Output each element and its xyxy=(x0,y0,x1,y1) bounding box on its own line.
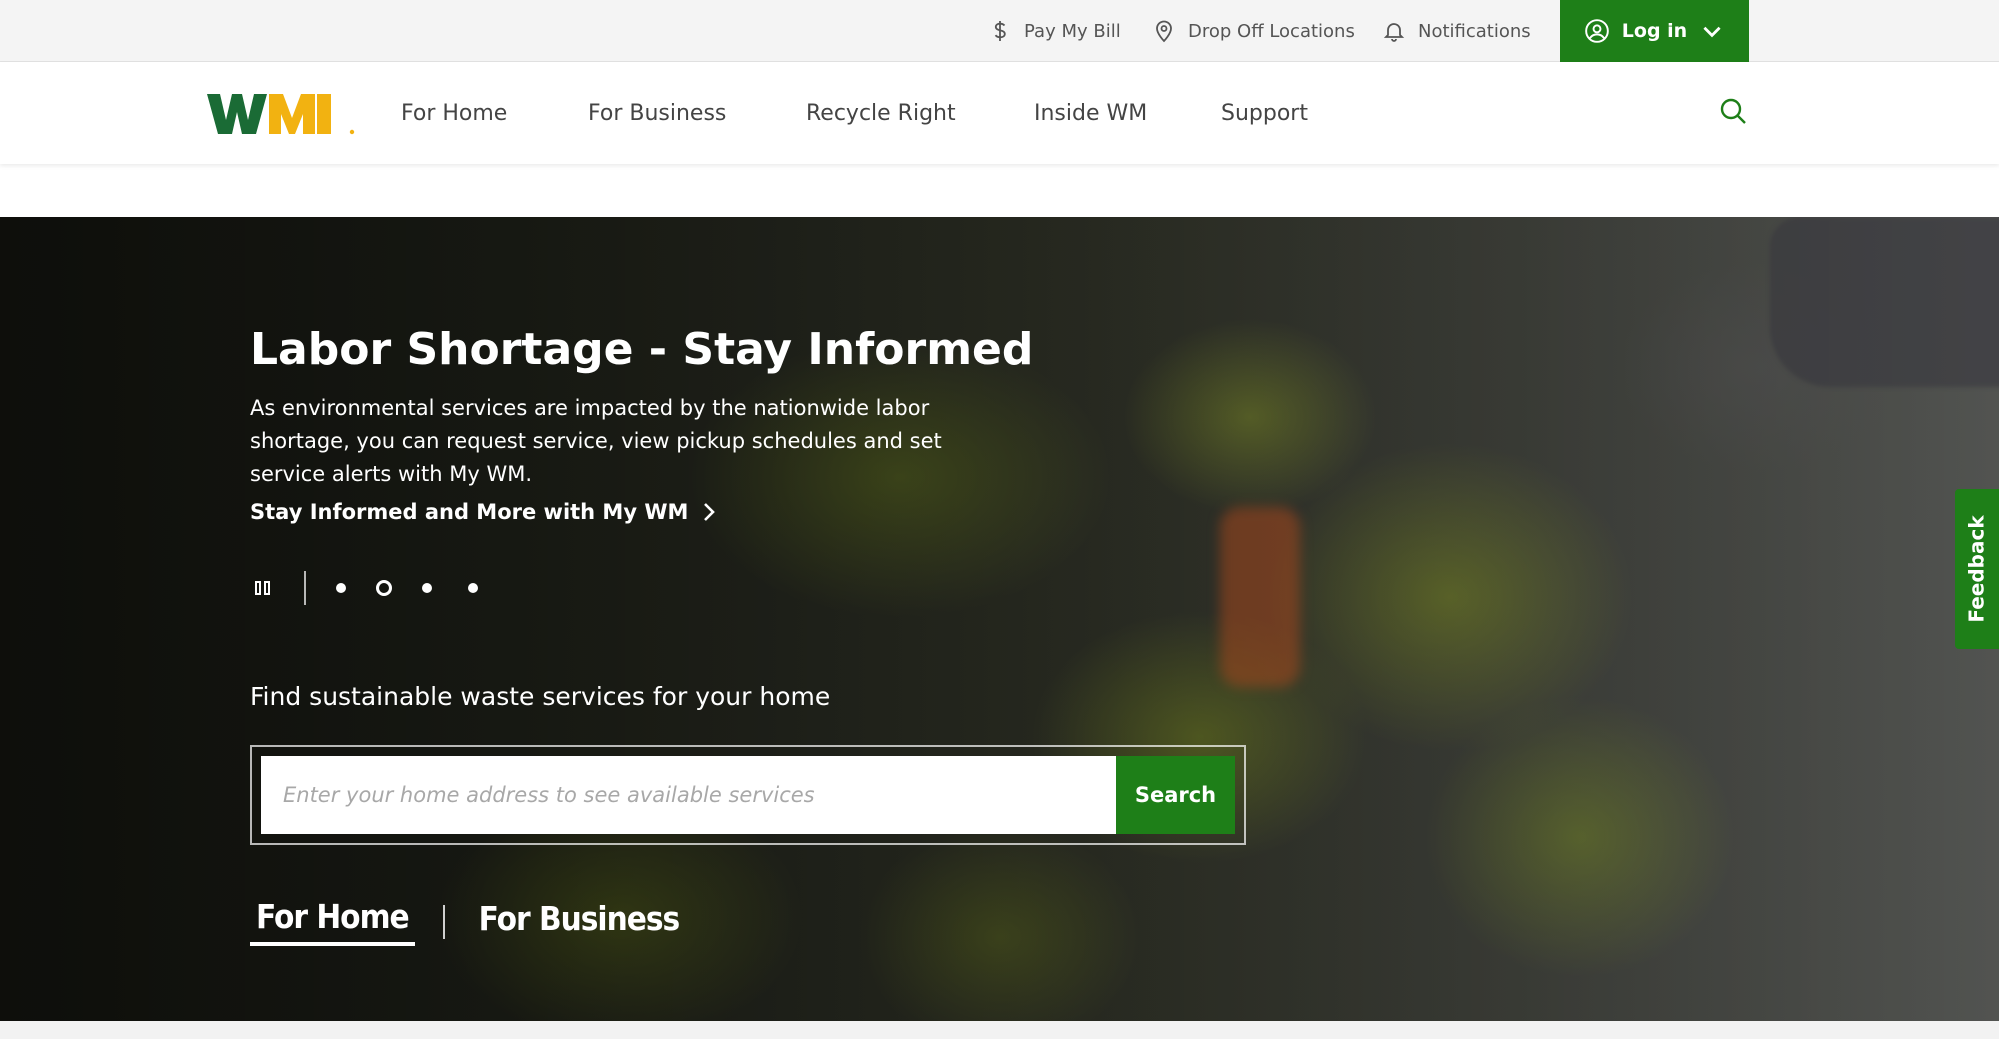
address-search-input[interactable] xyxy=(261,756,1116,834)
notifications-label: Notifications xyxy=(1418,20,1531,42)
drop-off-locations-link[interactable]: Drop Off Locations xyxy=(1152,0,1355,62)
hero-description: As environmental services are impacted b… xyxy=(250,396,942,486)
feedback-label: Feedback xyxy=(1965,515,1990,623)
nav-support[interactable]: Support xyxy=(1221,62,1308,164)
search-heading: Find sustainable waste services for your… xyxy=(250,682,831,711)
hero-banner: Labor Shortage - Stay Informed As enviro… xyxy=(0,217,1999,1021)
drop-off-label: Drop Off Locations xyxy=(1188,20,1355,42)
hero-title: Labor Shortage - Stay Informed xyxy=(250,324,1034,375)
wm-logo[interactable] xyxy=(207,92,357,136)
carousel-dot[interactable] xyxy=(468,583,478,593)
user-circle-icon xyxy=(1584,19,1609,43)
dollar-icon xyxy=(994,21,1006,41)
nav-for-home[interactable]: For Home xyxy=(401,62,507,164)
tab-for-home[interactable]: For Home xyxy=(250,897,415,946)
carousel-controls xyxy=(250,570,514,606)
hero-cta-link[interactable]: Stay Informed and More with My WM xyxy=(250,500,716,524)
hero-cta-label: Stay Informed and More with My WM xyxy=(250,500,689,524)
pay-bill-link[interactable]: Pay My Bill xyxy=(988,0,1121,62)
login-label: Log in xyxy=(1621,20,1688,42)
service-type-tabs: For Home For Business xyxy=(250,897,685,946)
nav-for-business[interactable]: For Business xyxy=(588,62,726,164)
carousel-dot[interactable] xyxy=(422,583,432,593)
bell-icon xyxy=(1383,23,1405,42)
pause-icon[interactable] xyxy=(250,576,274,600)
main-navigation: For Home For Business Recycle Right Insi… xyxy=(0,62,1999,164)
nav-inside-wm[interactable]: Inside WM xyxy=(1034,62,1147,164)
search-icon[interactable] xyxy=(1718,96,1748,126)
login-button[interactable]: Log in xyxy=(1560,0,1749,62)
carousel-dot-active[interactable] xyxy=(376,580,392,596)
utility-bar: Pay My Bill Drop Off Locations Notificat… xyxy=(0,0,1999,62)
tab-divider xyxy=(442,904,445,939)
carousel-divider xyxy=(304,571,306,605)
feedback-button[interactable]: Feedback xyxy=(1955,489,1999,649)
pay-bill-label: Pay My Bill xyxy=(1024,20,1121,42)
page-bottom-strip xyxy=(0,1021,1999,1039)
tab-for-business[interactable]: For Business xyxy=(473,899,686,944)
chevron-down-icon xyxy=(1703,26,1721,38)
carousel-dot[interactable] xyxy=(336,583,346,593)
location-pin-icon xyxy=(1156,20,1172,43)
notifications-link[interactable]: Notifications xyxy=(1382,0,1531,62)
search-button[interactable]: Search xyxy=(1116,756,1235,834)
chevron-right-icon xyxy=(704,503,716,521)
address-search-form: Search xyxy=(250,745,1246,845)
nav-recycle-right[interactable]: Recycle Right xyxy=(806,62,956,164)
